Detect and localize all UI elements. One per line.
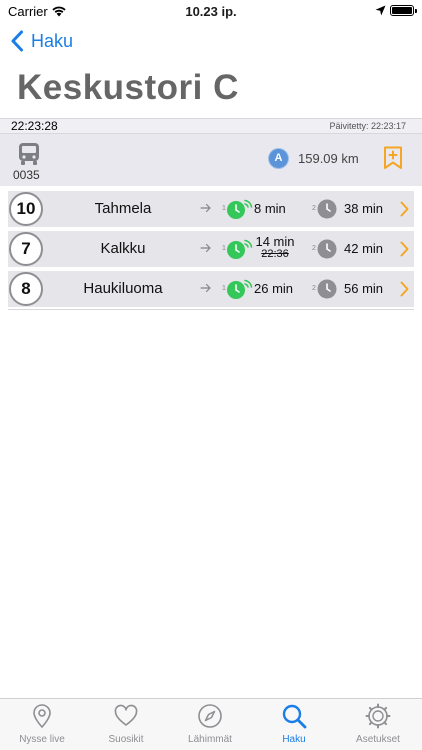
- distance-label: 159.09 km: [298, 151, 359, 166]
- departure-row[interactable]: 10 Tahmela 1 8 min 2 38 min: [8, 191, 414, 227]
- tab-label: Nysse live: [19, 734, 65, 745]
- next-departure-time: 26 min: [254, 281, 294, 296]
- add-favorite-bookmark-icon[interactable]: [383, 146, 403, 170]
- tab-label: Haku: [282, 734, 306, 745]
- tab-asetukset[interactable]: Asetukset: [336, 703, 420, 745]
- second-departure-time: 56 min: [344, 281, 384, 296]
- back-label: Haku: [31, 30, 74, 51]
- battery-icon: [390, 5, 417, 16]
- realtime-clock-icon: [227, 279, 253, 299]
- compass-icon: [198, 704, 222, 728]
- status-time: 10.23 ip.: [185, 4, 237, 19]
- departure-index: 2: [312, 285, 316, 292]
- destination-label: Haukiluoma: [83, 280, 163, 297]
- arrow-right-icon: [200, 243, 211, 253]
- scheduled-clock-icon: [317, 279, 337, 299]
- chevron-right-icon: [400, 281, 409, 297]
- chevron-right-icon: [400, 201, 409, 217]
- scheduled-clock-icon: [317, 199, 337, 219]
- realtime-clock-icon: [227, 239, 253, 259]
- second-departure-time: 38 min: [344, 201, 384, 216]
- departure-index: 2: [312, 245, 316, 252]
- zone-badge: A: [269, 149, 288, 168]
- next-departure-time: 14 min: [255, 234, 295, 249]
- destination-label: Kalkku: [100, 240, 146, 257]
- next-departure-time: 8 min: [254, 201, 286, 216]
- tab-suosikit[interactable]: Suosikit: [84, 703, 168, 745]
- departure-row[interactable]: 8 Haukiluoma 1 26 min 2 56 min: [8, 271, 414, 307]
- tab-label: Suosikit: [108, 734, 144, 745]
- tab-nysse-live[interactable]: Nysse live: [0, 703, 84, 745]
- location-pin-icon: [33, 704, 51, 729]
- location-arrow-icon: [375, 5, 386, 16]
- time-strip: 22:23:28 Päivitetty: 22:23:17: [0, 118, 422, 134]
- tab-haku[interactable]: Haku: [252, 703, 336, 745]
- settings-gear-icon: [365, 703, 391, 729]
- tab-label: Lähimmät: [188, 734, 232, 745]
- departure-list: 10 Tahmela 1 8 min 2 38 min 7 Kalkku 1 1…: [8, 191, 414, 311]
- tab-lahimmat[interactable]: Lähimmät: [168, 703, 252, 745]
- chevron-left-icon: [11, 30, 23, 52]
- line-number-badge: 8: [9, 272, 43, 306]
- tab-label: Asetukset: [356, 734, 400, 745]
- status-bar: Carrier 10.23 ip.: [0, 0, 422, 22]
- stop-info: 0035 A 159.09 km: [0, 134, 422, 186]
- scheduled-clock-icon: [317, 239, 337, 259]
- chevron-right-icon: [400, 241, 409, 257]
- line-number-badge: 7: [9, 232, 43, 266]
- current-clock: 22:23:28: [11, 119, 58, 133]
- line-number-badge: 10: [9, 192, 43, 226]
- departure-index: 2: [312, 205, 316, 212]
- heart-icon: [114, 704, 138, 726]
- list-divider: [8, 309, 414, 310]
- realtime-clock-icon: [227, 199, 253, 219]
- arrow-right-icon: [200, 283, 211, 293]
- tab-bar: Nysse live Suosikit Lähimmät Haku Asetuk…: [0, 698, 422, 750]
- departure-row[interactable]: 7 Kalkku 1 14 min 22:36 2 42 min: [8, 231, 414, 267]
- arrow-right-icon: [200, 203, 211, 213]
- second-departure-time: 42 min: [344, 241, 384, 256]
- stop-code: 0035: [13, 168, 40, 182]
- scheduled-time-struck: 22:36: [261, 248, 289, 260]
- updated-time: Päivitetty: 22:23:17: [329, 121, 406, 131]
- back-button[interactable]: Haku: [10, 30, 73, 52]
- search-icon: [282, 704, 307, 729]
- bus-icon: [19, 143, 39, 165]
- next-departure-time-block: 14 min 22:36: [254, 235, 296, 261]
- destination-label: Tahmela: [94, 200, 152, 217]
- page-title: Keskustori C: [17, 68, 239, 107]
